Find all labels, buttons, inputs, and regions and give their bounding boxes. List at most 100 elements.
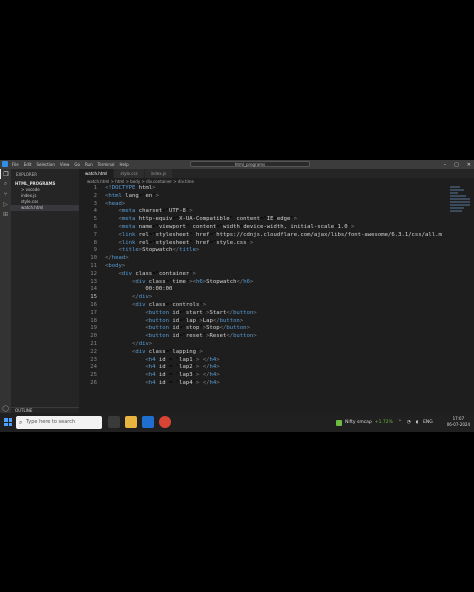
code-line[interactable]: 6 <meta name="viewport" content="width=d… xyxy=(79,224,474,232)
line-number: 25 xyxy=(90,372,97,379)
line-number: 1 xyxy=(93,185,97,191)
code-line[interactable]: 23 <h4 id = "lap1"> </h4> xyxy=(79,357,474,365)
market-widget[interactable]: Nifty smcap +1.72% xyxy=(336,416,393,429)
code-text: <div class="lapping"> xyxy=(131,348,203,355)
line-number: 17 xyxy=(90,309,97,316)
clock[interactable]: 17:07 06-07-2024 xyxy=(447,416,470,428)
line-number: 20 xyxy=(90,333,97,340)
clock-date: 06-07-2024 xyxy=(446,422,470,427)
code-line[interactable]: 25 <h4 id = "lap3"> </h4> xyxy=(79,372,474,380)
line-number: 9 xyxy=(93,247,97,254)
pinned-apps xyxy=(108,416,171,428)
line-number: 19 xyxy=(90,325,97,332)
code-text: <title>Stopwatch</title> xyxy=(118,247,200,254)
menu-selection[interactable]: Selection xyxy=(36,160,54,169)
code-line[interactable]: 14 00:00:00 xyxy=(79,286,474,294)
tab-index-js[interactable]: index.js xyxy=(144,169,174,178)
code-editor[interactable]: 1 <!DOCTYPE html> 2 <html lang="en"> 3 <head>… xyxy=(79,185,474,425)
market-title: Nifty smcap xyxy=(345,420,372,425)
menu-bar: File Edit Selection View Go Run Terminal… xyxy=(12,160,129,169)
code-line[interactable]: 19 <button id="stop">Stop</button> xyxy=(79,325,474,333)
taskbar-search[interactable]: ⌕ Type here to search xyxy=(16,416,102,429)
search-icon[interactable]: ⌕ xyxy=(0,179,11,189)
extensions-icon[interactable]: ⊞ xyxy=(0,209,11,219)
input-language[interactable]: ENG xyxy=(423,420,433,425)
windows-start-icon[interactable] xyxy=(4,418,12,426)
line-number: 16 xyxy=(90,301,97,308)
code-line[interactable]: 26 <h4 id = "lap4"> </h4> xyxy=(79,380,474,388)
code-line[interactable]: 4 <meta charset="UTF-8"> xyxy=(79,208,474,216)
network-icon[interactable]: ◔ xyxy=(407,420,411,425)
command-center-search[interactable]: html_programs xyxy=(190,161,310,167)
code-line[interactable]: 22 <div class="lapping"> xyxy=(79,349,474,357)
code-line[interactable]: 1 <!DOCTYPE html> xyxy=(79,185,474,193)
line-number: 23 xyxy=(90,356,97,363)
code-text: </head> xyxy=(105,255,129,262)
code-text: <meta charset="UTF-8"> xyxy=(118,208,193,215)
code-line[interactable]: 21 </div> xyxy=(79,341,474,349)
minimize-icon[interactable]: – xyxy=(444,162,447,168)
code-line[interactable]: 13 <div class="time"><h6>Stopwatch</h6> xyxy=(79,279,474,287)
code-text: <div class="time"><h6>Stopwatch</h6> xyxy=(131,278,254,285)
code-text: </div> xyxy=(131,340,153,347)
menu-help[interactable]: Help xyxy=(120,160,129,169)
menu-run[interactable]: Run xyxy=(85,160,93,169)
menu-edit[interactable]: Edit xyxy=(24,160,32,169)
code-line[interactable]: 12 <div class="container"> xyxy=(79,271,474,279)
code-text: <button id="reset">Reset</button> xyxy=(145,333,257,340)
source-control-icon[interactable]: ⑂ xyxy=(0,189,11,199)
code-text: <meta name="viewport" content="width=dev… xyxy=(118,223,355,230)
code-line[interactable]: 16 <div class="controls"> xyxy=(79,302,474,310)
menu-file[interactable]: File xyxy=(12,160,19,169)
minimap[interactable] xyxy=(450,185,470,245)
code-line[interactable]: 7 <link rel="stylesheet" href="https://c… xyxy=(79,232,474,240)
line-number: 15 xyxy=(90,294,97,301)
explorer-header: EXPLORER xyxy=(16,172,37,177)
code-line[interactable]: 3 <head> xyxy=(79,201,474,209)
code-line[interactable]: 15 </div> xyxy=(79,294,474,302)
code-text: <button id="start">Start</button> xyxy=(145,309,257,316)
code-line[interactable]: 24 <h4 id = "lap2"> </h4> xyxy=(79,364,474,372)
chrome-icon[interactable] xyxy=(159,416,171,428)
close-icon[interactable]: ✕ xyxy=(467,162,471,168)
code-line[interactable]: 8 <link rel="stylesheet" href="style.css… xyxy=(79,240,474,248)
code-text: <button id="lap">Lap</button> xyxy=(145,317,244,324)
vscode-logo-icon xyxy=(2,161,8,167)
code-text: <!DOCTYPE html> xyxy=(105,185,156,191)
file-explorer-icon[interactable] xyxy=(125,416,137,428)
code-line[interactable]: 10 </head> xyxy=(79,255,474,263)
tab-watch-html[interactable]: watch.html xyxy=(79,169,115,178)
volume-icon[interactable]: ◖ xyxy=(416,420,418,425)
chevron-up-icon[interactable]: ⌃ xyxy=(398,420,402,425)
maximize-icon[interactable]: ▢ xyxy=(454,162,459,168)
code-text: <div class="controls"> xyxy=(131,301,207,308)
line-number: 22 xyxy=(90,348,97,355)
code-line[interactable]: 9 <title>Stopwatch</title> xyxy=(79,247,474,255)
tab-style-css[interactable]: style.css xyxy=(114,169,145,178)
explorer-icon[interactable]: ❐ xyxy=(0,169,11,179)
line-number: 7 xyxy=(93,231,97,238)
code-text: <h4 id = "lap1"> </h4> xyxy=(145,356,220,363)
run-debug-icon[interactable]: ▷ xyxy=(0,199,11,209)
menu-terminal[interactable]: Terminal xyxy=(98,160,115,169)
code-line[interactable]: 11 <body> xyxy=(79,263,474,271)
code-line[interactable]: 18 <button id="lap">Lap</button> xyxy=(79,318,474,326)
code-line[interactable]: 2 <html lang="en"> xyxy=(79,193,474,201)
market-value: +1.72% xyxy=(374,420,393,425)
menu-go[interactable]: Go xyxy=(74,160,80,169)
line-number: 5 xyxy=(93,216,97,223)
file-item-watch-html[interactable]: watch.html xyxy=(11,205,79,211)
line-number: 12 xyxy=(90,270,97,277)
line-number: 18 xyxy=(90,317,97,324)
breadcrumb[interactable]: watch.html > html > body > div.container… xyxy=(79,178,474,185)
code-text: <body> xyxy=(105,262,126,269)
system-tray: ⌃ ◔ ◖ ENG xyxy=(398,413,433,432)
code-line[interactable]: 5 <meta http-equiv="X-UA-Compatible" con… xyxy=(79,216,474,224)
account-icon[interactable]: ◯ xyxy=(0,403,11,413)
vscode-taskbar-icon[interactable] xyxy=(142,416,154,428)
task-view-icon[interactable] xyxy=(108,416,120,428)
code-line[interactable]: 20 <button id="reset">Reset</button> xyxy=(79,333,474,341)
menu-view[interactable]: View xyxy=(60,160,70,169)
code-line[interactable]: 17 <button id="start">Start</button> xyxy=(79,310,474,318)
code-text: <button id="stop">Stop</button> xyxy=(145,325,250,332)
